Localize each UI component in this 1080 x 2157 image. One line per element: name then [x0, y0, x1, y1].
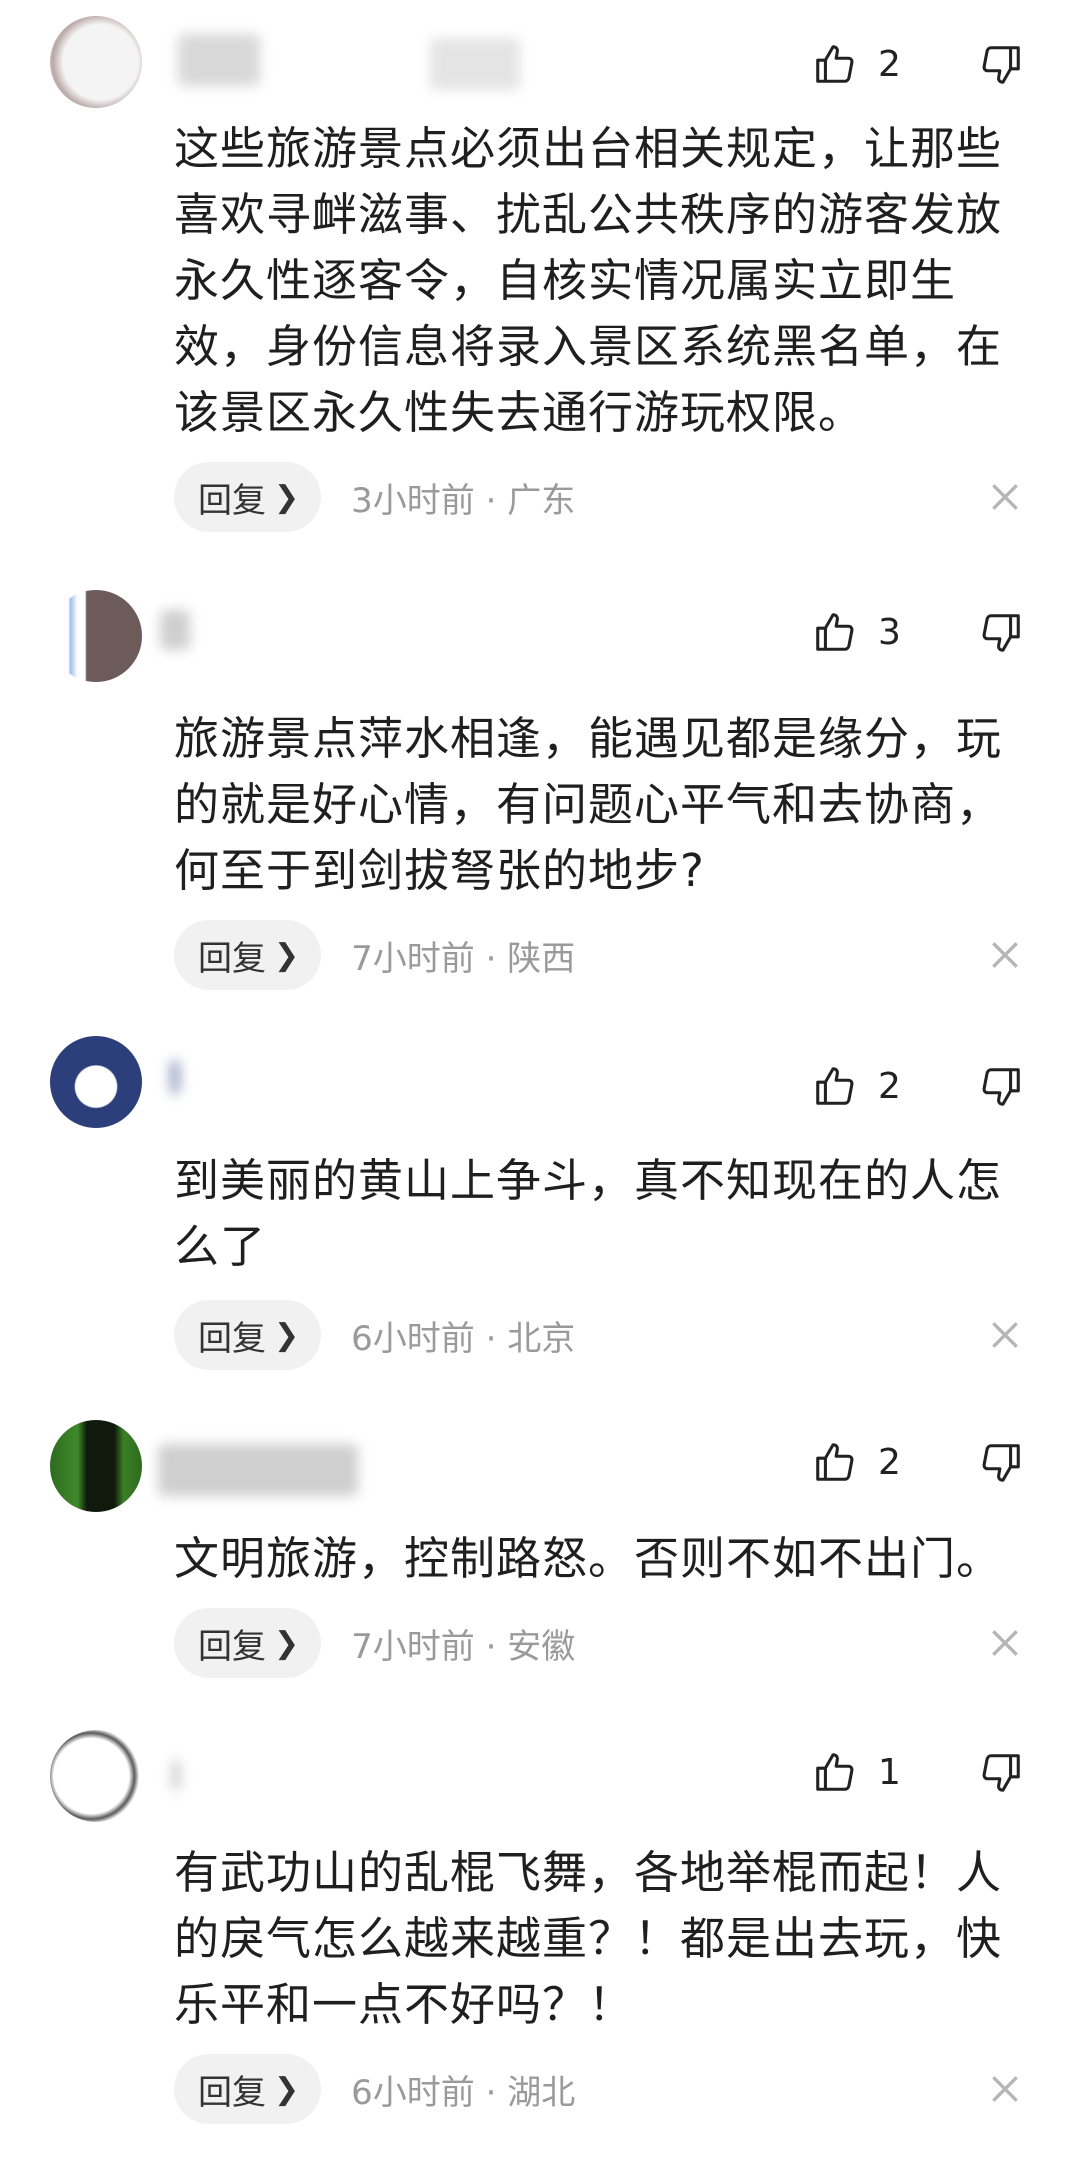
like-count: 2 — [878, 1065, 901, 1107]
like-button[interactable]: 2 — [812, 34, 942, 94]
comment-text: 这些旅游景点必须出台相关规定，让那些喜欢寻衅滋事、扰乱公共秩序的游客发放永久性逐… — [174, 122, 1003, 439]
chevron-right-icon: ❯ — [274, 1625, 300, 1661]
time-location: 7小时前 · 安徽 — [351, 1626, 576, 1667]
reply-button[interactable]: 回复 ❯ — [174, 1608, 322, 1678]
username[interactable] — [158, 1444, 358, 1496]
username[interactable] — [160, 610, 190, 650]
chevron-right-icon: ❯ — [274, 937, 300, 973]
reply-button[interactable]: 回复 ❯ — [174, 920, 322, 990]
thumbs-down-icon[interactable] — [978, 42, 1024, 88]
chevron-right-icon: ❯ — [274, 2071, 300, 2107]
like-count: 2 — [878, 43, 901, 85]
like-button[interactable]: 1 — [812, 1742, 942, 1802]
like-count: 3 — [878, 611, 901, 653]
comment-meta: 回复 ❯ 7小时前 · 陕西 — [174, 920, 575, 990]
thumbs-down-icon[interactable] — [978, 1440, 1024, 1486]
thumbs-up-icon — [816, 1067, 854, 1105]
username[interactable] — [172, 1760, 180, 1790]
time-location: 6小时前 · 北京 — [351, 1318, 576, 1359]
reply-button[interactable]: 回复 ❯ — [174, 2054, 322, 2124]
time-location: 6小时前 · 湖北 — [351, 2072, 576, 2113]
avatar[interactable] — [50, 1730, 142, 1822]
reply-button[interactable]: 回复 ❯ — [174, 462, 322, 532]
thumbs-down-icon[interactable] — [978, 1064, 1024, 1110]
like-button[interactable]: 2 — [812, 1432, 942, 1492]
username[interactable] — [178, 34, 260, 86]
like-count: 2 — [878, 1441, 901, 1483]
comment-text: 文明旅游，控制路怒。否则不如不出门。 — [174, 1532, 1003, 1585]
comment-text: 旅游景点萍水相逢，能遇见都是缘分，玩的就是好心情，有问题心平气和去协商，何至于到… — [174, 712, 1003, 897]
time-location: 7小时前 · 陕西 — [351, 938, 576, 979]
avatar[interactable] — [50, 590, 142, 682]
reply-label: 回复 — [198, 1626, 266, 1667]
reply-label: 回复 — [198, 1318, 266, 1359]
time-location: 3小时前 · 广东 — [351, 480, 576, 521]
close-icon[interactable] — [985, 1315, 1025, 1355]
chevron-right-icon: ❯ — [274, 1317, 300, 1353]
avatar[interactable] — [50, 16, 142, 108]
reply-label: 回复 — [198, 2072, 266, 2113]
thumbs-up-icon — [816, 45, 854, 83]
avatar[interactable] — [50, 1420, 142, 1512]
avatar[interactable] — [50, 1036, 142, 1128]
thumbs-up-icon — [816, 1753, 854, 1791]
comment-meta: 回复 ❯ 6小时前 · 湖北 — [174, 2054, 575, 2124]
comment-meta: 回复 ❯ 6小时前 · 北京 — [174, 1300, 575, 1370]
like-count: 1 — [878, 1751, 901, 1793]
thumbs-down-icon[interactable] — [978, 1750, 1024, 1796]
close-icon[interactable] — [985, 1623, 1025, 1663]
user-badge — [430, 38, 520, 90]
thumbs-up-icon — [816, 613, 854, 651]
thumbs-up-icon — [816, 1443, 854, 1481]
comment-meta: 回复 ❯ 7小时前 · 安徽 — [174, 1608, 575, 1678]
close-icon[interactable] — [985, 935, 1025, 975]
comment-text: 有武功山的乱棍飞舞，各地举棍而起！人的戾气怎么越来越重？！都是出去玩，快乐平和一… — [174, 1846, 1003, 2031]
reply-label: 回复 — [198, 480, 266, 521]
comment-text: 到美丽的黄山上争斗，真不知现在的人怎么了 — [174, 1154, 1003, 1273]
close-icon[interactable] — [985, 2069, 1025, 2109]
chevron-right-icon: ❯ — [274, 479, 300, 515]
like-button[interactable]: 2 — [812, 1056, 942, 1116]
thumbs-down-icon[interactable] — [978, 610, 1024, 656]
reply-button[interactable]: 回复 ❯ — [174, 1300, 322, 1370]
username[interactable] — [170, 1060, 180, 1094]
comment-meta: 回复 ❯ 3小时前 · 广东 — [174, 462, 575, 532]
close-icon[interactable] — [985, 477, 1025, 517]
like-button[interactable]: 3 — [812, 602, 942, 662]
reply-label: 回复 — [198, 938, 266, 979]
